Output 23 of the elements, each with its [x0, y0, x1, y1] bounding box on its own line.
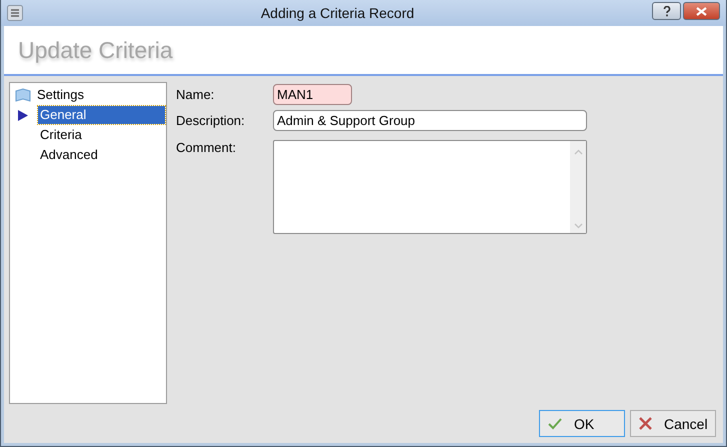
- close-icon: [696, 6, 707, 16]
- ok-button[interactable]: OK: [539, 410, 625, 437]
- cross-icon: [639, 417, 652, 430]
- description-field[interactable]: Admin & Support Group: [273, 110, 587, 131]
- comment-field[interactable]: [273, 140, 587, 234]
- field-label: Name:: [176, 87, 216, 102]
- help-icon: [662, 6, 670, 16]
- field-label: Description:: [176, 113, 246, 128]
- tree-item[interactable]: Settings: [35, 86, 86, 104]
- window-title: Adding a Criteria Record: [260, 5, 416, 21]
- pointer-arrow-icon: [18, 110, 28, 120]
- book-icon: [15, 88, 31, 102]
- cancel-button[interactable]: Cancel: [630, 410, 716, 437]
- close-button[interactable]: [683, 2, 720, 20]
- tree-item[interactable]: Criteria: [38, 126, 84, 144]
- system-menu-icon[interactable]: [7, 5, 23, 21]
- tree-item[interactable]: General: [38, 106, 165, 124]
- page-heading: Update Criteria: [18, 36, 173, 64]
- name-field[interactable]: MAN1: [273, 84, 352, 105]
- field-label: Comment:: [176, 140, 237, 155]
- checkmark-icon: [548, 418, 562, 430]
- help-button[interactable]: [652, 2, 681, 20]
- tree-item[interactable]: Advanced: [38, 146, 100, 164]
